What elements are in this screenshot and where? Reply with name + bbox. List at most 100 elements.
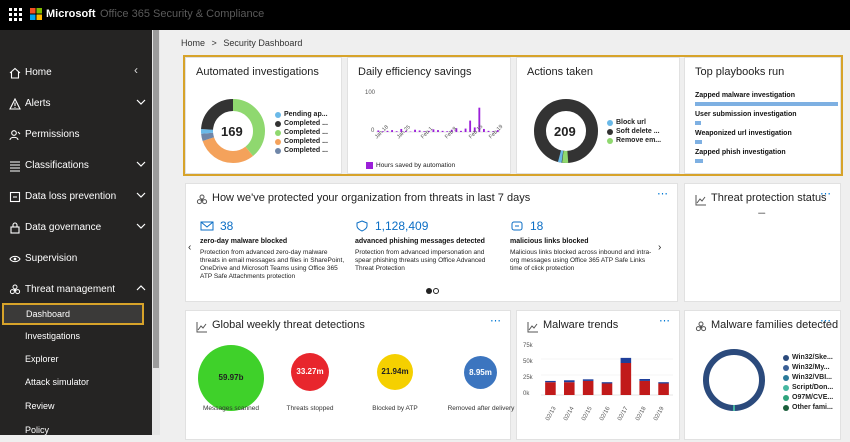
malware-trend-bar[interactable] [639,379,650,381]
card-top-playbooks[interactable]: Top playbooks run Zapped malware investi… [684,57,841,174]
legend-item: Win32/My... [792,364,830,371]
x-tick-label: 02/16 [599,406,612,422]
nav-data-loss-prevention[interactable]: Data loss prevention [0,183,152,213]
bubble-label: Removed after delivery [446,405,516,413]
nav-supervision[interactable]: Supervision [0,245,152,275]
more-options-icon[interactable]: ⋯ [820,187,832,200]
nav-permissions[interactable]: Permissions [0,121,152,151]
y-tick-label: 25k [523,375,533,381]
malware-trend-bar[interactable] [545,382,556,395]
line-chart-icon [196,321,208,333]
carousel-dot[interactable] [433,288,439,294]
app-launcher-icon[interactable] [9,8,23,22]
stat-description: Malicious links blocked across inbound a… [510,249,655,273]
legend-swatch [783,355,789,361]
y-tick-label: 0 [371,128,374,134]
legend-item: Remove em... [616,137,661,144]
carousel-next-icon[interactable]: › [658,242,661,253]
efficiency-bar[interactable] [419,130,421,132]
efficiency-bar[interactable] [414,130,416,132]
bubble-label: Messages scanned [196,405,266,413]
playbook-bar [695,159,703,163]
more-options-icon[interactable]: ⋯ [657,187,669,200]
breadcrumb-home[interactable]: Home [181,38,205,48]
legend-swatch [783,395,789,401]
subnav-dashboard[interactable]: Dashboard [2,303,144,325]
legend-item: Hours saved by automation [376,162,455,169]
card-global-weekly-detections[interactable]: Global weekly threat detections ⋯ 59.97b… [185,310,511,440]
efficiency-bar[interactable] [442,131,444,132]
nav-classifications[interactable]: Classifications [0,152,152,182]
subnav-policy[interactable]: Policy [0,420,152,442]
card-automated-investigations[interactable]: Automated investigations 169 Pending ap.… [185,57,342,174]
carousel-prev-icon[interactable]: ‹ [188,242,191,253]
malware-trend-bar[interactable] [545,381,556,382]
malware-trend-bar[interactable] [564,382,575,395]
card-threat-protection-status[interactable]: Threat protection status ⋯ • • • • • • [684,183,841,302]
card-title: Malware trends [543,319,618,331]
malware-trend-bar[interactable] [639,381,650,395]
card-title: Automated investigations [196,66,319,78]
bubble-value: 8.95m [464,368,497,377]
bubble-threats-stopped: 33.27m [291,353,329,391]
card-title: Actions taken [527,66,593,78]
legend-swatch [275,121,281,127]
efficiency-bar[interactable] [465,129,467,132]
malware-trend-bar[interactable] [602,382,613,383]
nav-threat-management[interactable]: Threat management [0,276,152,306]
permissions-icon [9,129,21,141]
stat-number[interactable]: 18 [530,219,543,233]
subnav-review[interactable]: Review [0,396,152,418]
x-tick-label: 02/13 [545,406,558,422]
stat-number[interactable]: 38 [220,219,233,233]
chevron-down-icon[interactable] [135,189,147,201]
card-actions-taken[interactable]: Actions taken 209 Block url Soft delete … [516,57,680,174]
y-tick-label: 0k [523,391,529,397]
stat-number[interactable]: 1,128,409 [375,219,428,233]
malware-trend-bar[interactable] [583,381,594,395]
link-icon [510,220,524,232]
subnav-explorer[interactable]: Explorer [0,349,152,371]
more-options-icon[interactable]: ⋯ [820,314,832,327]
chevron-down-icon[interactable] [135,96,147,108]
efficiency-bar[interactable] [437,130,439,132]
efficiency-bar[interactable] [488,131,490,132]
sidebar-scrollbar[interactable] [152,30,160,435]
malware-trend-bar[interactable] [583,379,594,381]
x-axis-ticks: Jan 18 Jan 25 Feb 1 Feb 8 Feb 15 Feb 19 [374,136,504,150]
chevron-down-icon[interactable] [135,220,147,232]
chevron-down-icon[interactable] [135,158,147,170]
nav-data-governance[interactable]: Data governance [0,214,152,244]
efficiency-bar[interactable] [460,131,462,132]
efficiency-bar[interactable] [483,129,485,132]
efficiency-bar[interactable] [396,131,398,132]
efficiency-bar[interactable] [391,130,393,132]
nav-alerts[interactable]: Alerts [0,90,152,120]
more-options-icon[interactable]: ⋯ [659,314,671,327]
nav-classifications-label: Classifications [25,160,89,171]
malware-trend-bar[interactable] [658,383,669,395]
legend-swatch [783,365,789,371]
more-options-icon[interactable]: ⋯ [490,314,502,327]
malware-trend-bar[interactable] [602,383,613,395]
legend-item: Completed ... [284,120,328,127]
malware-trend-bar[interactable] [658,382,669,383]
stat-description: Protection from advanced zero-day malwar… [200,249,345,281]
efficiency-bar[interactable] [469,121,471,132]
bubble-label: Blocked by ATP [360,405,430,413]
scrollbar-thumb[interactable] [153,30,159,368]
card-daily-efficiency[interactable]: Daily efficiency savings 100 0 Jan 18 Ja… [347,57,511,174]
card-protected-organization[interactable]: How we've protected your organization fr… [185,183,678,302]
malware-trend-bar[interactable] [564,380,575,382]
malware-trend-bar[interactable] [621,363,632,395]
subnav-investigations[interactable]: Investigations [0,326,152,348]
nav-home[interactable]: Home [0,59,152,89]
chevron-up-icon[interactable] [135,282,147,294]
biohazard-icon [695,321,707,333]
card-malware-trends[interactable]: Malware trends ⋯ 75k 50k 25k 0k 02/13 02… [516,310,680,440]
carousel-dot-active[interactable] [426,288,432,294]
legend-item: Win32/VBI... [792,374,832,381]
subnav-attack-simulator[interactable]: Attack simulator [0,372,152,394]
malware-trend-bar[interactable] [621,358,632,363]
card-malware-families[interactable]: Malware families detected ⋯ Win32/Ske...… [684,310,841,440]
